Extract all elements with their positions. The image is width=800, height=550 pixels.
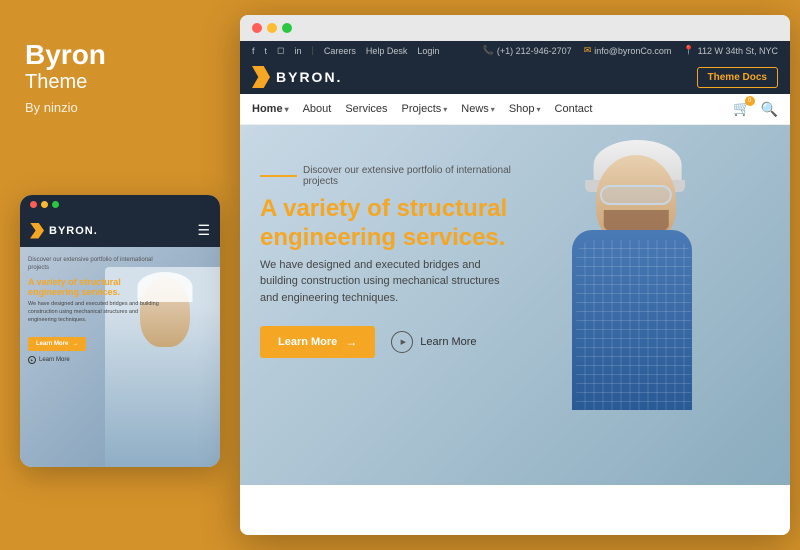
nav-logo: BYRON.	[252, 66, 342, 88]
mobile-nav: BYRON. ☰	[20, 214, 220, 247]
hero-section: Discover our extensive portfolio of inte…	[240, 125, 790, 485]
help-desk-link[interactable]: Help Desk	[366, 45, 408, 56]
email-info: ✉ info@byronCo.com	[584, 45, 672, 56]
learn-more-secondary-button[interactable]: Learn More	[391, 331, 476, 353]
mobile-hamburger-icon[interactable]: ☰	[197, 222, 210, 239]
hero-title: A variety of structural engineering serv…	[260, 195, 530, 253]
hero-tagline: Discover our extensive portfolio of inte…	[303, 165, 530, 187]
browser-close-dot[interactable]	[252, 23, 262, 33]
page-nav: Home ▾ About Services Projects ▾ News ▾ …	[240, 94, 790, 125]
mobile-logo-icon	[30, 223, 44, 239]
mobile-logo-text: BYRON.	[49, 225, 98, 237]
theme-docs-button[interactable]: Theme Docs	[697, 67, 778, 88]
hero-title-line1: A variety of structural	[260, 195, 507, 222]
theme-name: Byron	[25, 40, 106, 71]
nav-link-shop[interactable]: Shop ▾	[509, 103, 541, 115]
browser-minimize-dot[interactable]	[267, 23, 277, 33]
facebook-icon[interactable]: f	[252, 45, 255, 56]
learn-more-primary-button[interactable]: Learn More →	[260, 326, 375, 358]
browser-maximize-dot[interactable]	[282, 23, 292, 33]
page-nav-links: Home ▾ About Services Projects ▾ News ▾ …	[252, 103, 592, 115]
nav-link-projects[interactable]: Projects ▾	[402, 103, 448, 115]
theme-type: Theme	[25, 71, 87, 94]
hero-content: Discover our extensive portfolio of inte…	[260, 165, 530, 358]
mobile-dot-green	[52, 201, 59, 208]
mobile-dot-red	[30, 201, 37, 208]
cart-badge: 0	[745, 96, 755, 106]
author-name: By ninzio	[25, 100, 78, 115]
email-icon: ✉	[584, 45, 592, 56]
browser-mockup: f t ◻ in | Careers Help Desk Login 📞 (+1…	[240, 15, 790, 535]
hero-tagline-line: Discover our extensive portfolio of inte…	[260, 165, 530, 187]
mobile-learn-more-secondary-button[interactable]: Learn More	[28, 356, 160, 364]
hero-tagline-bar	[260, 175, 297, 177]
cart-icon-wrap[interactable]: 🛒 0	[733, 100, 750, 118]
person-glasses	[600, 185, 672, 205]
mobile-hero-desc: We have designed and executed bridges an…	[28, 301, 160, 324]
mobile-learn-more-button[interactable]: Learn More →	[28, 337, 86, 351]
instagram-icon[interactable]: ◻	[277, 45, 284, 56]
nav-link-services[interactable]: Services	[345, 103, 387, 115]
info-bar-left: f t ◻ in | Careers Help Desk Login	[252, 45, 439, 56]
mobile-mockup: BYRON. ☰ Discover our extensive portfoli…	[20, 195, 220, 467]
info-bar-right: 📞 (+1) 212-946-2707 ✉ info@byronCo.com 📍…	[483, 45, 778, 56]
phone-info: 📞 (+1) 212-946-2707	[483, 45, 572, 56]
hero-description: We have designed and executed bridges an…	[260, 257, 500, 307]
main-nav: BYRON. Theme Docs	[240, 60, 790, 94]
mobile-play-icon	[28, 356, 36, 364]
nav-logo-icon	[252, 66, 270, 88]
careers-link[interactable]: Careers	[324, 45, 356, 56]
nav-link-about[interactable]: About	[303, 103, 332, 115]
nav-logo-text: BYRON.	[276, 69, 342, 85]
mobile-hero-tagline: Discover our extensive portfolio of inte…	[28, 257, 160, 273]
hero-title-line2: engineering services.	[260, 224, 505, 251]
mobile-top-bar	[20, 195, 220, 214]
mobile-hero: Discover our extensive portfolio of inte…	[20, 247, 220, 467]
arrow-icon: →	[345, 335, 357, 349]
nav-link-home[interactable]: Home ▾	[252, 103, 289, 115]
mobile-logo: BYRON.	[30, 223, 98, 239]
mobile-dot-yellow	[41, 201, 48, 208]
mobile-hero-content: Discover our extensive portfolio of inte…	[28, 257, 160, 364]
browser-chrome	[240, 15, 790, 41]
linkedin-icon[interactable]: in	[295, 45, 302, 56]
phone-icon: 📞	[483, 45, 494, 56]
page-nav-actions: 🛒 0 🔍	[733, 100, 778, 118]
play-icon	[391, 331, 413, 353]
search-icon[interactable]: 🔍	[761, 101, 778, 118]
person-shirt-pattern	[576, 240, 691, 410]
mobile-hero-title: A variety of structural engineering serv…	[28, 277, 160, 299]
login-link[interactable]: Login	[417, 45, 439, 56]
hero-buttons: Learn More → Learn More	[260, 326, 530, 358]
twitter-icon[interactable]: t	[265, 45, 268, 56]
nav-link-contact[interactable]: Contact	[555, 103, 593, 115]
address-info: 📍 112 W 34th St, NYC	[683, 45, 778, 56]
info-bar: f t ◻ in | Careers Help Desk Login 📞 (+1…	[240, 41, 790, 60]
nav-link-news[interactable]: News ▾	[461, 103, 495, 115]
location-icon: 📍	[683, 45, 694, 56]
